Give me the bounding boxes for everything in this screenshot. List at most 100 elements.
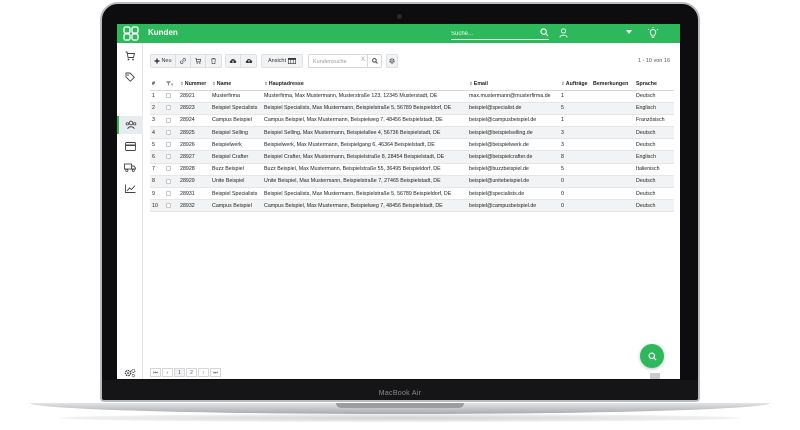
cloud-upload-icon (245, 58, 252, 63)
table-row[interactable]: 7 28928 Buzz Beispiel Buzz Beispiel, Max Mu… (150, 163, 674, 176)
previous-page-button[interactable]: ‹ (162, 368, 173, 377)
row-checkbox[interactable] (166, 129, 171, 135)
view-button[interactable]: Ansicht (261, 54, 303, 68)
cell-name: Unite Beispiel (210, 175, 262, 189)
link-button[interactable] (176, 55, 191, 67)
row-checkbox[interactable] (166, 154, 171, 160)
cell-notes (591, 175, 634, 189)
column-header-language[interactable]: Sprache (634, 79, 674, 91)
bulb-icon[interactable] (647, 27, 659, 40)
cell-orders: 0 (559, 199, 591, 213)
delete-button[interactable] (206, 55, 221, 67)
search-icon[interactable] (540, 28, 549, 37)
cell-number: 28924 (178, 114, 210, 128)
order-button[interactable] (191, 55, 206, 67)
cell-language: Deutsch (634, 126, 674, 140)
cell-orders: 1 (559, 114, 591, 128)
table-settings-button[interactable] (386, 54, 398, 68)
row-select-cell (164, 187, 178, 201)
row-select-cell (164, 199, 178, 213)
column-header-select[interactable]: ▾ (164, 79, 178, 91)
row-checkbox[interactable] (166, 166, 171, 172)
cell-index: 6 (150, 150, 164, 164)
next-page-button[interactable]: › (198, 368, 209, 377)
column-header-notes[interactable]: Bemerkungen (591, 79, 634, 91)
download-button[interactable] (226, 55, 241, 67)
page-button-1[interactable]: 1 (174, 368, 185, 377)
table-row[interactable]: 8 28929 Unite Beispiel Unite Beispiel, Max … (150, 175, 674, 189)
cell-email: beispiel@campusbeispiel.de (467, 199, 559, 213)
cell-email: max.mustermann@musterfirma.de (467, 90, 559, 103)
global-search (451, 27, 549, 40)
sidebar-item-settings[interactable] (117, 364, 143, 379)
column-header-number[interactable]: ⇕Nummer (178, 79, 210, 91)
page-button-2[interactable]: 2 (186, 368, 197, 377)
column-header-email[interactable]: ⇕Email (467, 79, 559, 91)
sidebar-item-reports[interactable] (117, 179, 143, 197)
floating-search-button[interactable] (640, 344, 664, 368)
cell-language: Deutsch (634, 175, 674, 189)
import-export-group (225, 54, 257, 68)
row-checkbox[interactable] (166, 93, 171, 99)
last-page-button[interactable]: ⏭ (210, 368, 221, 377)
cell-index: 2 (150, 102, 164, 115)
sidebar-item-orders[interactable] (117, 47, 143, 65)
gear-icon (389, 58, 395, 64)
cell-notes (591, 114, 634, 128)
columns-icon (288, 58, 297, 64)
sidebar-item-products[interactable] (117, 68, 143, 86)
new-button[interactable]: Neu (151, 55, 176, 67)
table-row[interactable]: 2 28923 Beispiel Specialists Beispiel Speci… (150, 102, 674, 115)
cell-number: 28929 (178, 175, 210, 189)
sidebar-item-customers[interactable] (117, 116, 143, 134)
first-page-button[interactable]: ⏮ (150, 368, 161, 377)
cell-email: beispiel@specialists.de (467, 187, 559, 201)
cell-address: Beispiel Specialists, Max Mustermann, Be… (262, 187, 467, 201)
row-checkbox[interactable] (166, 117, 171, 123)
sort-icon: ⇕ (469, 81, 473, 87)
cell-index: 3 (150, 114, 164, 128)
sidebar-item-payments[interactable] (117, 137, 143, 155)
view-button-inner[interactable]: Ansicht (262, 55, 302, 67)
row-checkbox[interactable] (166, 105, 171, 111)
action-button-group: Neu (150, 54, 222, 68)
row-checkbox[interactable] (166, 202, 171, 208)
column-header-name[interactable]: ⇕Name (210, 79, 262, 91)
row-checkbox[interactable] (166, 190, 171, 196)
clear-search-button[interactable]: X (361, 57, 365, 63)
cell-notes (591, 163, 634, 176)
table-row[interactable]: 9 28931 Beispiel Specialists Beispiel Speci… (150, 187, 674, 201)
column-header-index[interactable]: # (150, 79, 164, 91)
user-icon[interactable] (559, 28, 568, 38)
column-header-address[interactable]: ⇕Hauptadresse (262, 79, 467, 91)
cell-orders: 1 (559, 90, 591, 103)
customer-search-input[interactable] (313, 57, 363, 66)
cell-name: Buzz Beispiel (210, 163, 262, 176)
table-row[interactable]: 6 28927 Beispiel Crafter Beispiel Crafter, … (150, 150, 674, 164)
cell-language: Deutsch (634, 138, 674, 152)
cell-number: 28932 (178, 199, 210, 213)
global-search-input[interactable] (451, 28, 535, 39)
column-header-orders[interactable]: ⇕Aufträge (559, 79, 591, 91)
table-row[interactable]: 4 28925 Beispiel Selling Beispiel Selling, … (150, 126, 674, 140)
row-checkbox[interactable] (166, 178, 171, 184)
upload-button[interactable] (241, 55, 256, 67)
cell-address: Beispiel Crafter, Max Mustermann, Beispi… (262, 150, 467, 164)
card-icon (124, 141, 136, 151)
customer-search-button[interactable] (367, 55, 381, 67)
row-select-cell (164, 126, 178, 140)
cell-index: 10 (150, 199, 164, 213)
row-checkbox[interactable] (166, 141, 171, 147)
table-row[interactable]: 3 28924 Campus Beispiel Campus Beispiel, Ma… (150, 114, 674, 128)
cell-index: 4 (150, 126, 164, 140)
table-row[interactable]: 10 28932 Campus Beispiel Campus Beispiel, M… (150, 199, 674, 213)
table-row[interactable]: 1 28921 Musterfirma Musterfirma, Max Muster… (150, 90, 674, 103)
scroll-handle[interactable] (650, 373, 660, 379)
sidebar-item-shipping[interactable] (117, 158, 143, 176)
table-row[interactable]: 5 28926 Beispielwerk Beispielwerk, Max Must… (150, 138, 674, 152)
logo-icon[interactable] (123, 26, 139, 41)
cell-language: Deutsch (634, 90, 674, 103)
chevron-down-icon[interactable] (626, 30, 632, 34)
cell-notes (591, 199, 634, 213)
row-select-cell (164, 163, 178, 176)
